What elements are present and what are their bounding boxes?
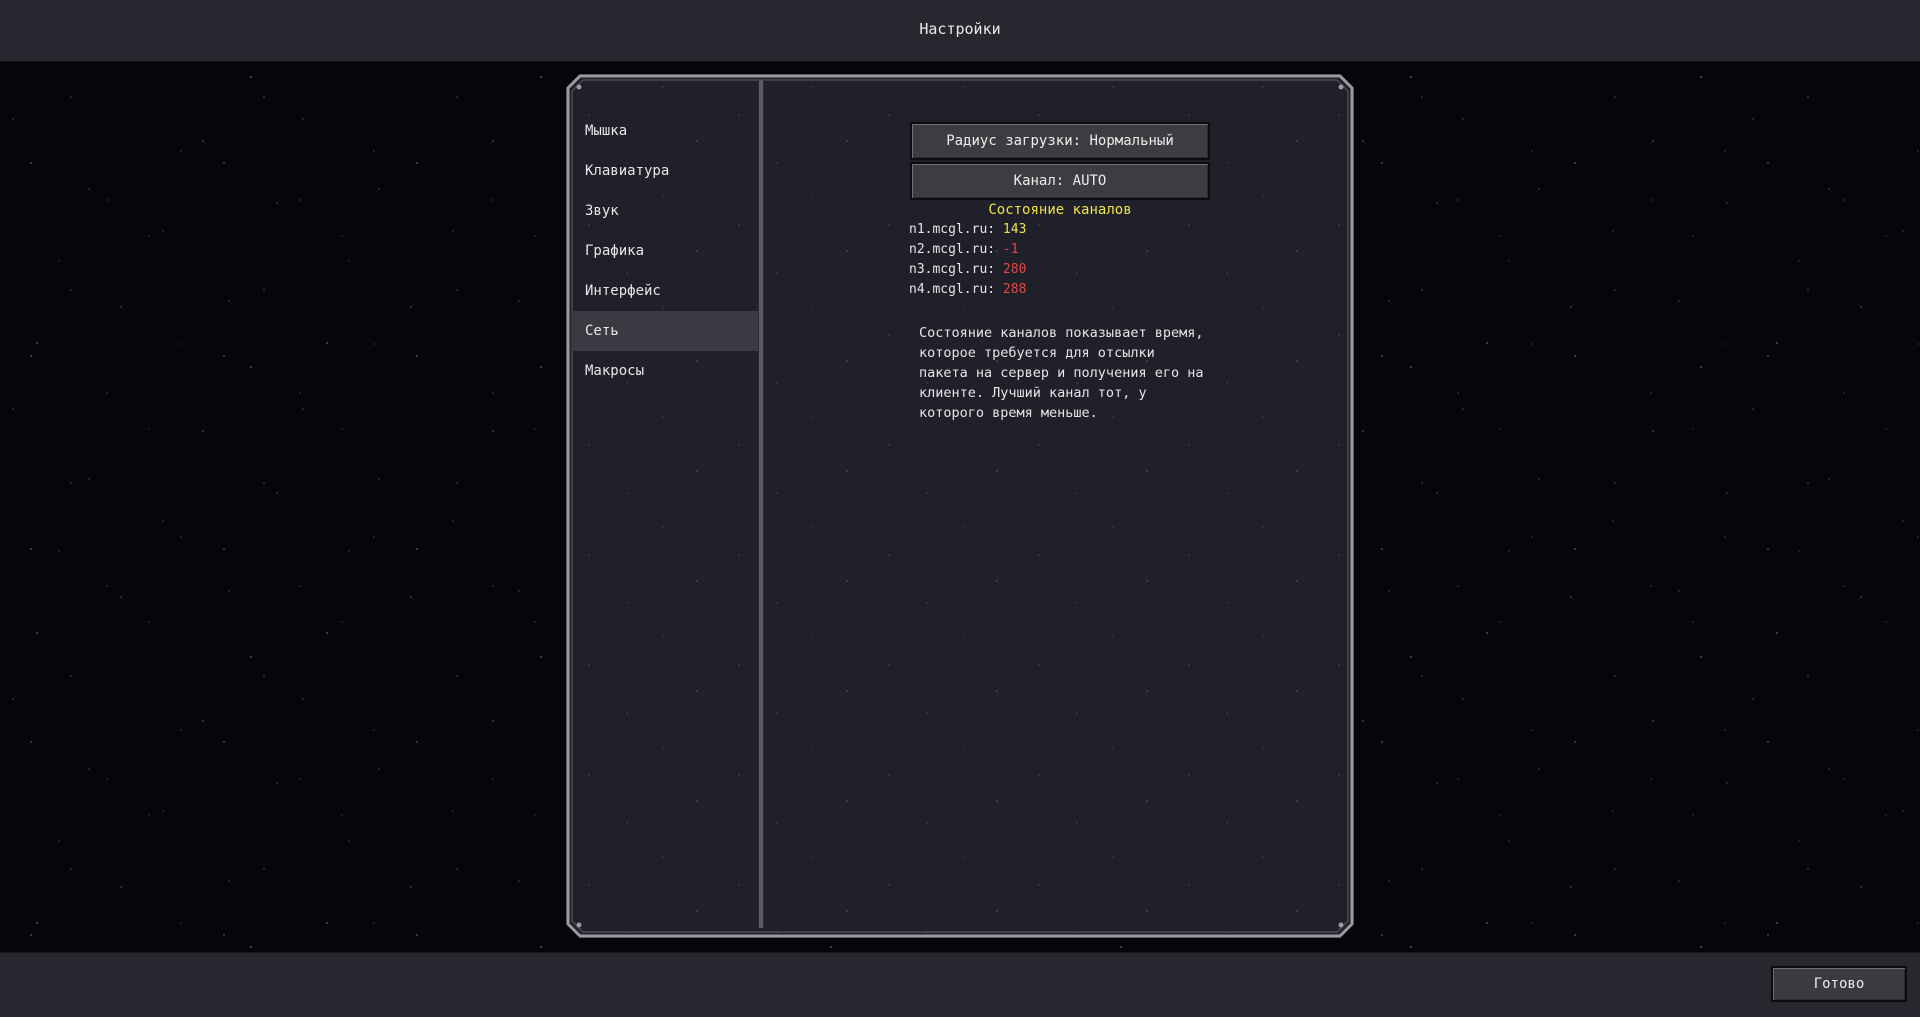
channels-description: Состояние каналов показывает время, кото…: [919, 323, 1219, 423]
sidebar-divider: [759, 80, 763, 928]
sidebar-item-keyboard[interactable]: Клавиатура: [571, 151, 759, 191]
channel-ping: 143: [1002, 222, 1027, 237]
sidebar-item-network[interactable]: Сеть: [571, 311, 759, 351]
footer-bar: Готово: [0, 952, 1920, 1017]
channel-ping: -1: [1002, 242, 1019, 257]
description-line: Состояние каналов показывает время,: [919, 325, 1204, 341]
header-bar: Настройки: [0, 0, 1920, 62]
channel-status-row: n3.mcgl.ru: 280: [909, 262, 1026, 277]
channel-host: n2.mcgl.ru:: [909, 242, 996, 257]
channel-button[interactable]: Канал: AUTO: [910, 162, 1210, 200]
sidebar-item-label: Мышка: [585, 123, 628, 139]
sidebar-item-label: Макросы: [585, 363, 645, 379]
render-distance-button[interactable]: Радиус загрузки: Нормальный: [910, 122, 1210, 160]
sidebar-item-label: Интерфейс: [585, 283, 661, 299]
channel-ping: 288: [1002, 282, 1027, 297]
sidebar-item-interface[interactable]: Интерфейс: [571, 271, 759, 311]
sidebar-item-label: Звук: [585, 203, 619, 219]
channel-host: n4.mcgl.ru:: [909, 282, 996, 297]
sidebar-item-mouse[interactable]: Мышка: [571, 111, 759, 151]
page-title: Настройки: [919, 19, 1001, 38]
sidebar-item-label: Клавиатура: [585, 163, 670, 179]
sidebar-item-label: Графика: [585, 243, 645, 259]
description-line: пакета на сервер и получения его на: [919, 365, 1204, 381]
description-line: которое требуется для отсылки: [919, 345, 1155, 361]
channel-status-row: n2.mcgl.ru: -1: [909, 242, 1019, 257]
sidebar-item-macros[interactable]: Макросы: [571, 351, 759, 391]
channels-status-title: Состояние каналов: [988, 202, 1132, 218]
channel-status-row: n1.mcgl.ru: 143: [909, 222, 1026, 237]
done-button[interactable]: Готово: [1771, 966, 1907, 1002]
description-line: которого время меньше.: [919, 405, 1098, 421]
sidebar-item-label: Сеть: [585, 323, 619, 339]
channel-host: n3.mcgl.ru:: [909, 262, 996, 277]
sidebar-item-sound[interactable]: Звук: [571, 191, 759, 231]
channel-ping: 280: [1002, 262, 1027, 277]
channel-host: n1.mcgl.ru:: [909, 222, 996, 237]
sidebar-item-graphics[interactable]: Графика: [571, 231, 759, 271]
channel-status-row: n4.mcgl.ru: 288: [909, 282, 1026, 297]
description-line: клиенте. Лучший канал тот, у: [919, 385, 1147, 401]
settings-sidebar: Мышка Клавиатура Звук Графика Интерфейс …: [571, 80, 759, 928]
